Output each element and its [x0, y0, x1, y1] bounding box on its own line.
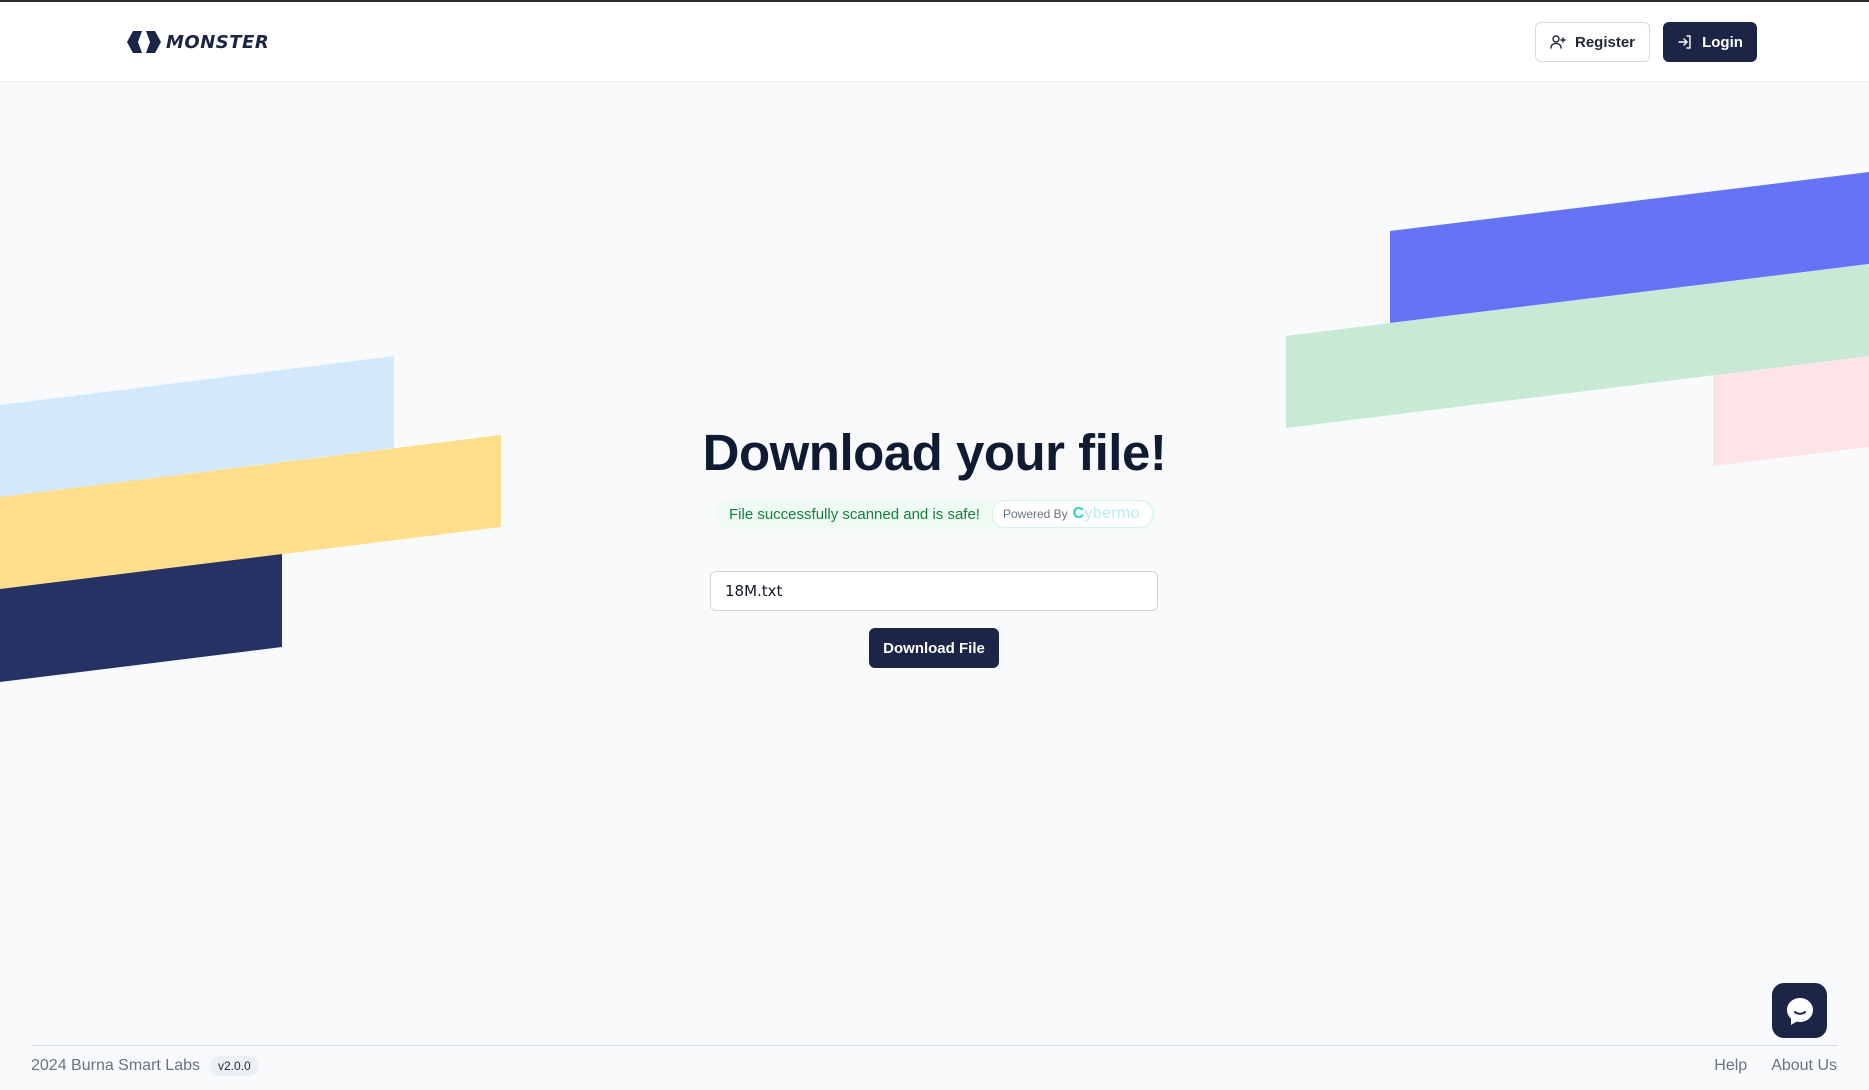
- cybermo-logo: Cybermo: [1072, 505, 1140, 522]
- top-navbar: MONSTER Register Login: [0, 2, 1869, 82]
- footer-links: Help About Us: [1714, 1057, 1837, 1075]
- background-decoration: [0, 172, 1869, 682]
- footer-link-about-us[interactable]: About Us: [1771, 1057, 1837, 1075]
- register-button[interactable]: Register: [1535, 22, 1650, 62]
- scan-status-badge: File successfully scanned and is safe! P…: [717, 499, 1156, 529]
- hero-section: Download your file!: [0, 420, 1869, 486]
- footer-link-help[interactable]: Help: [1714, 1057, 1747, 1075]
- login-icon: [1678, 35, 1691, 49]
- footer-info: 2024 Burna Smart Labs v2.0.0: [31, 1056, 259, 1076]
- brand-name: MONSTER: [166, 31, 270, 53]
- download-file-button[interactable]: Download File: [869, 628, 999, 668]
- page-title: Download your file!: [702, 424, 1167, 481]
- user-plus-icon: [1550, 35, 1566, 49]
- version-badge: v2.0.0: [210, 1056, 259, 1076]
- login-label: Login: [1702, 33, 1743, 51]
- powered-by-badge[interactable]: Powered By Cybermo: [991, 500, 1153, 528]
- file-name-field[interactable]: [710, 571, 1158, 611]
- chat-widget-button[interactable]: [1772, 983, 1827, 1038]
- scan-status-text: File successfully scanned and is safe!: [729, 505, 980, 523]
- footer-divider: [31, 1045, 1838, 1046]
- monster-logo-icon: [127, 31, 161, 53]
- brand-logo[interactable]: MONSTER: [127, 31, 269, 53]
- register-label: Register: [1574, 33, 1636, 51]
- copyright-text: 2024 Burna Smart Labs: [31, 1057, 200, 1074]
- powered-by-label: Powered By: [1002, 507, 1068, 521]
- chat-bubble-icon: [1786, 997, 1813, 1025]
- page: MONSTER Register Login Download your fil…: [0, 0, 1869, 1090]
- login-button[interactable]: Login: [1663, 22, 1757, 62]
